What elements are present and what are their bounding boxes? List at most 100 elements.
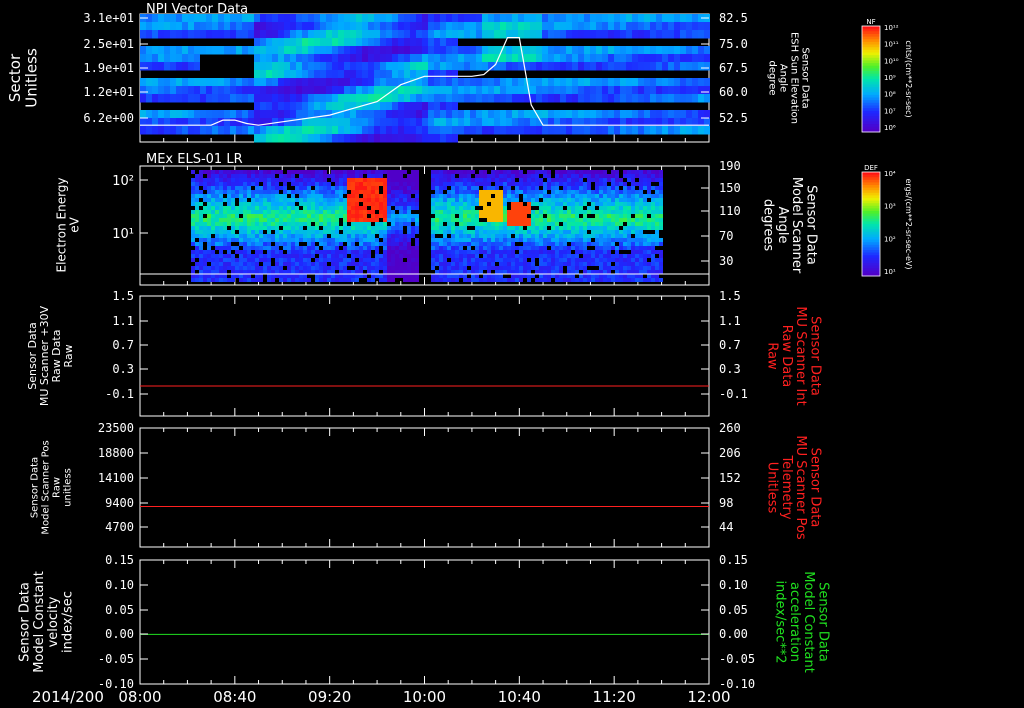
heatmap-cell — [543, 246, 547, 250]
heatmap-cell — [563, 186, 567, 190]
heatmap-cell — [662, 14, 668, 23]
heatmap-cell — [479, 266, 483, 270]
heatmap-cell — [494, 14, 500, 23]
heatmap-cell — [475, 218, 479, 222]
heatmap-cell — [475, 230, 479, 234]
heatmap-cell — [463, 202, 467, 206]
heatmap-cell — [416, 46, 422, 55]
heatmap-cell — [351, 194, 355, 198]
heatmap-cell — [467, 262, 471, 266]
heatmap-cell — [230, 94, 236, 103]
heatmap-cell — [375, 194, 379, 198]
heatmap-cell — [235, 178, 239, 182]
heatmap-cell — [607, 238, 611, 242]
heatmap-cell — [331, 202, 335, 206]
heatmap-cell — [251, 182, 255, 186]
heatmap-cell — [494, 126, 500, 135]
heatmap-cell — [607, 194, 611, 198]
heatmap-cell — [611, 258, 615, 262]
heatmap-cell — [644, 78, 650, 87]
heatmap-cell — [331, 214, 335, 218]
heatmap-cell — [251, 266, 255, 270]
heatmap-cell — [428, 14, 434, 23]
heatmap-cell — [379, 194, 383, 198]
heatmap-cell — [367, 234, 371, 238]
heatmap-cell — [443, 258, 447, 262]
heatmap-cell — [290, 94, 296, 103]
heatmap-cell — [458, 54, 464, 63]
heatmap-cell — [614, 110, 620, 119]
heatmap-cell — [367, 210, 371, 214]
heatmap-cell — [247, 270, 251, 274]
heatmap-cell — [182, 46, 188, 55]
heatmap-cell — [507, 270, 511, 274]
heatmap-cell — [315, 190, 319, 194]
heatmap-cell — [692, 78, 698, 87]
heatmap-cell — [431, 246, 435, 250]
heatmap-cell — [311, 262, 315, 266]
heatmap-cell — [583, 170, 587, 174]
heatmap-cell — [603, 190, 607, 194]
heatmap-cell — [551, 210, 555, 214]
heatmap-cell — [518, 110, 524, 119]
heatmap-cell — [194, 46, 200, 55]
y-tick-label: 1.5 — [112, 289, 134, 303]
heatmap-cell — [632, 22, 638, 31]
heatmap-cell — [236, 86, 242, 95]
heatmap-cell — [327, 266, 331, 270]
heatmap-cell — [259, 278, 263, 282]
heatmap-cell — [191, 214, 195, 218]
heatmap-cell — [399, 194, 403, 198]
heatmap-cell — [543, 218, 547, 222]
heatmap-cell — [579, 222, 583, 226]
heatmap-cell — [319, 250, 323, 254]
heatmap-cell — [243, 190, 247, 194]
heatmap-cell — [284, 134, 290, 143]
heatmap-cell — [239, 170, 243, 174]
heatmap-cell — [440, 86, 446, 95]
heatmap-cell — [279, 198, 283, 202]
heatmap-cell — [266, 70, 272, 79]
heatmap-cell — [356, 30, 362, 39]
heatmap-cell — [255, 238, 259, 242]
heatmap-cell — [164, 22, 170, 31]
heatmap-cell — [255, 262, 259, 266]
heatmap-cell — [644, 110, 650, 119]
heatmap-cell — [471, 202, 475, 206]
heatmap-cell — [152, 54, 158, 63]
heatmap-cell — [266, 30, 272, 39]
heatmap-cell — [362, 110, 368, 119]
heatmap-cell — [603, 222, 607, 226]
heatmap-cell — [343, 266, 347, 270]
heatmap-cell — [403, 214, 407, 218]
heatmap-cell — [255, 198, 259, 202]
heatmap-cell — [476, 62, 482, 71]
heatmap-cell — [339, 198, 343, 202]
heatmap-cell — [512, 118, 518, 127]
heatmap-cell — [559, 202, 563, 206]
heatmap-cell — [343, 190, 347, 194]
heatmap-cell — [255, 266, 259, 270]
heatmap-cell — [367, 170, 371, 174]
heatmap-cell — [554, 94, 560, 103]
heatmap-cell — [351, 174, 355, 178]
heatmap-cell — [650, 54, 656, 63]
heatmap-cell — [535, 218, 539, 222]
heatmap-cell — [332, 30, 338, 39]
heatmap-cell — [194, 22, 200, 31]
heatmap-cell — [631, 246, 635, 250]
heatmap-cell — [475, 274, 479, 278]
heatmap-cell — [323, 218, 327, 222]
heatmap-cell — [554, 46, 560, 55]
heatmap-cell — [266, 94, 272, 103]
heatmap-cell — [452, 14, 458, 23]
heatmap-cell — [467, 202, 471, 206]
heatmap-cell — [686, 54, 692, 63]
heatmap-cell — [375, 214, 379, 218]
heatmap-cell — [331, 170, 335, 174]
heatmap-cell — [511, 226, 515, 230]
heatmap-cell — [494, 62, 500, 71]
heatmap-cell — [355, 246, 359, 250]
heatmap-cell — [639, 206, 643, 210]
heatmap-cell — [235, 270, 239, 274]
